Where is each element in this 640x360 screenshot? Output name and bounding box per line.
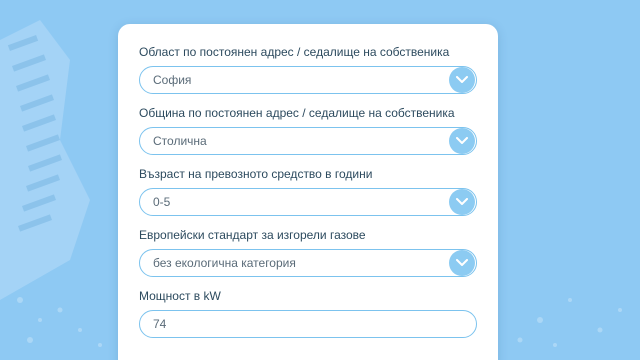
top-cutoff-text: ▁▁▁▁▁▁▁▁▁▁▁▁▁▁▁▁▁▁▁▁▁▁▁▁▁▁▁	[140, 0, 500, 4]
region-select[interactable]: София	[139, 66, 477, 94]
field-municipality: Община по постоянен адрес / седалище на …	[139, 105, 477, 155]
vehicle-age-label: Възраст на превозното средство в години	[139, 167, 373, 181]
chevron-down-icon[interactable]	[449, 189, 475, 215]
field-vehicle-age: Възраст на превозното средство в години …	[139, 166, 477, 216]
vehicle-age-select[interactable]: 0-5	[139, 188, 477, 216]
municipality-label: Община по постоянен адрес / седалище на …	[139, 106, 455, 120]
vehicle-age-select-value: 0-5	[153, 195, 171, 209]
region-select-value: София	[153, 73, 192, 87]
municipality-select[interactable]: Столична	[139, 127, 477, 155]
chevron-down-icon[interactable]	[449, 250, 475, 276]
chevron-down-icon[interactable]	[449, 128, 475, 154]
power-label: Мощност в kW	[139, 289, 221, 303]
power-input-value: 74	[153, 317, 167, 331]
field-emission-standard: Европейски стандарт за изгорели газове б…	[139, 227, 477, 277]
field-power: Мощност в kW 74	[139, 288, 477, 338]
calculator-form-card: Област по постоянен адрес / седалище на …	[118, 24, 498, 360]
emission-standard-label: Европейски стандарт за изгорели газове	[139, 228, 366, 242]
municipality-select-value: Столична	[153, 134, 207, 148]
region-label: Област по постоянен адрес / седалище на …	[139, 45, 450, 59]
power-input[interactable]: 74	[139, 310, 477, 338]
emission-standard-select-value: без екологична категория	[153, 256, 296, 270]
emission-standard-select[interactable]: без екологична категория	[139, 249, 477, 277]
chevron-down-icon[interactable]	[449, 67, 475, 93]
field-region: Област по постоянен адрес / седалище на …	[139, 44, 477, 94]
